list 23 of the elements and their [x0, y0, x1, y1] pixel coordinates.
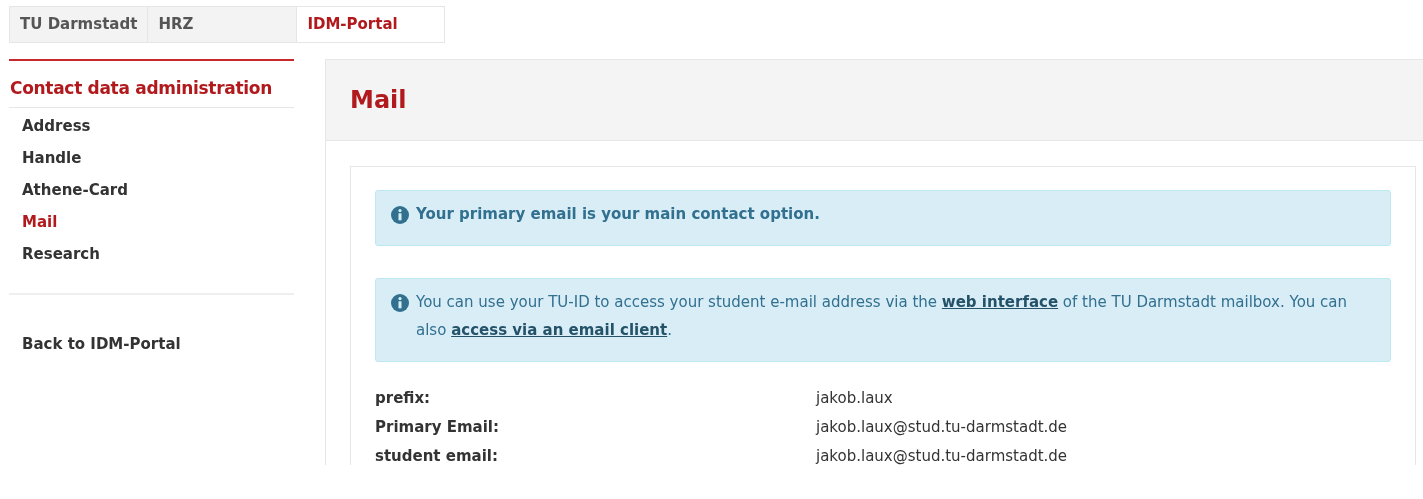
sidebar-item[interactable]: Mail	[22, 213, 294, 232]
page-title: Mail	[350, 86, 407, 114]
alert-message: Your primary email is your main contact option.	[416, 204, 820, 225]
info-icon	[391, 206, 409, 224]
sidebar-item[interactable]: Address	[22, 117, 294, 136]
breadcrumb-link[interactable]: IDM-Portal	[296, 6, 446, 43]
breadcrumb-link[interactable]: HRZ	[147, 6, 298, 43]
field-value: jakob.laux@stud.tu-darmstadt.de	[816, 418, 1069, 436]
sidebar-title: Contact data administration	[9, 61, 294, 108]
text-link[interactable]: access via an email client	[451, 321, 668, 339]
field-label: Primary Email:	[375, 418, 500, 436]
info-icon	[391, 294, 409, 312]
breadcrumb-link[interactable]: TU Darmstadt	[9, 6, 149, 43]
alert-message: You can use your TU-ID to access your student e-mail address via the web interface of the TU Darmstadt mailbox. You can also access via an email client.	[416, 292, 1349, 341]
sidebar-item[interactable]: Handle	[22, 149, 294, 168]
field-value: jakob.laux@stud.tu-darmstadt.de	[816, 447, 1069, 465]
sidebar-item[interactable]: Athene-Card	[22, 181, 294, 200]
sidebar-item[interactable]: Research	[22, 245, 294, 264]
field-label: student email:	[375, 447, 499, 465]
field-label: prefix:	[375, 389, 432, 407]
field-value: jakob.laux	[816, 389, 894, 407]
back-link[interactable]: Back to IDM-Portal	[22, 335, 181, 353]
text-link[interactable]: web interface	[941, 293, 1059, 311]
